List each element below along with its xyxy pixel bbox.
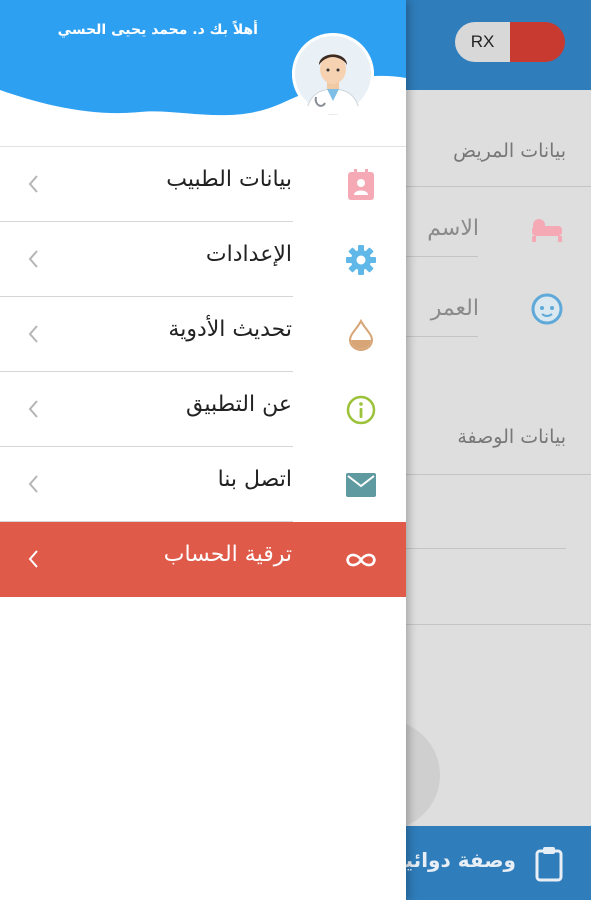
- prescription-section-title: بيانات الوصفة: [457, 426, 566, 448]
- menu-item-label: بيانات الطبيب: [166, 167, 292, 192]
- drawer-header: أهلاً بك د. محمد يحيى الحسي: [0, 0, 406, 120]
- patient-section-title: بيانات المريض: [453, 140, 566, 162]
- gear-icon: [344, 243, 378, 277]
- info-icon: [344, 393, 378, 427]
- divider: [406, 474, 591, 475]
- age-field-underline[interactable]: [406, 336, 478, 337]
- infinity-icon: [344, 543, 378, 577]
- navigation-drawer: أهلاً بك د. محمد يحيى الحسي بيانات الطبي…: [0, 0, 406, 900]
- prescription-button-label: وصفة دوائية: [393, 848, 516, 872]
- mail-icon: [344, 468, 378, 502]
- chevron-left-icon: [28, 400, 38, 418]
- menu-item-label: الإعدادات: [205, 242, 292, 267]
- menu-item-settings[interactable]: الإعدادات: [0, 222, 406, 297]
- patient-bed-icon: [532, 219, 562, 242]
- drawer-menu: بيانات الطبيب الإعدادات تحديث الأدوية عن…: [0, 147, 406, 597]
- rx-toggle[interactable]: RX: [455, 22, 565, 62]
- chevron-left-icon: [28, 175, 38, 193]
- chevron-left-icon: [28, 475, 38, 493]
- prescription-button[interactable]: وصفة دوائية: [393, 826, 591, 900]
- child-face-icon: [531, 293, 563, 325]
- chevron-left-icon: [28, 550, 38, 568]
- name-field-underline[interactable]: [406, 256, 478, 257]
- doctor-id-icon: [344, 168, 378, 202]
- menu-item-label: عن التطبيق: [186, 392, 292, 417]
- age-field-label: العمر: [430, 296, 479, 321]
- chevron-left-icon: [28, 325, 38, 343]
- divider: [406, 548, 566, 549]
- menu-item-update-medicines[interactable]: تحديث الأدوية: [0, 297, 406, 372]
- menu-item-label: اتصل بنا: [217, 467, 292, 492]
- clipboard-icon: [535, 847, 563, 882]
- menu-item-upgrade-account[interactable]: ترقية الحساب: [0, 522, 406, 597]
- doctor-avatar-icon: [292, 33, 374, 115]
- name-field-label: الاسم: [427, 216, 479, 241]
- menu-item-doctor-data[interactable]: بيانات الطبيب: [0, 147, 406, 222]
- greeting-text: أهلاً بك د. محمد يحيى الحسي: [57, 22, 258, 38]
- doctor-avatar[interactable]: [292, 33, 374, 115]
- menu-item-label: ترقية الحساب: [163, 542, 292, 567]
- divider: [406, 624, 591, 625]
- menu-item-about[interactable]: عن التطبيق: [0, 372, 406, 447]
- divider: [406, 186, 591, 187]
- menu-item-contact-us[interactable]: اتصل بنا: [0, 447, 406, 522]
- rx-toggle-knob: [510, 22, 565, 62]
- rx-toggle-label: RX: [455, 22, 510, 62]
- chevron-left-icon: [28, 250, 38, 268]
- menu-item-label: تحديث الأدوية: [168, 317, 292, 342]
- drop-icon: [344, 318, 378, 352]
